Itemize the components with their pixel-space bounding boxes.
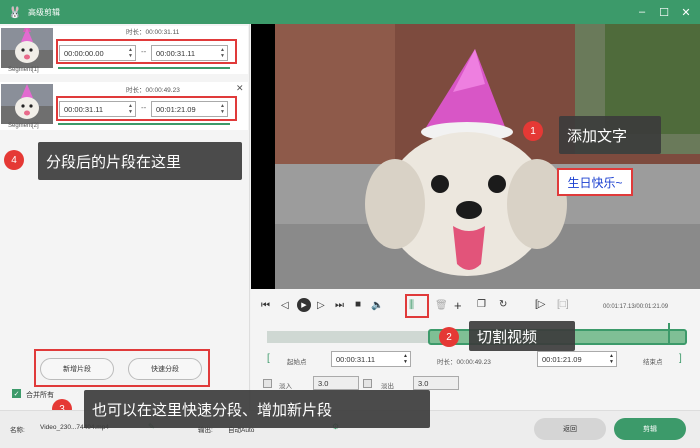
video-preview[interactable]: 1 添加文字 生日快乐~	[251, 24, 700, 289]
delete-segment-icon[interactable]: ✕	[236, 83, 244, 94]
add-icon[interactable]: +	[454, 298, 462, 313]
mark-out-icon[interactable]: [□]	[557, 299, 569, 310]
merge-all-label: 合并所有	[26, 392, 54, 399]
segment-label: Segment[1]	[8, 67, 39, 73]
fade-in-checkbox[interactable]	[263, 379, 272, 388]
merge-all-checkbox[interactable]: ✓	[12, 389, 21, 398]
fade-out-label: 淡出	[381, 383, 394, 390]
segment-panel: 时长：00:00:31.11 00:00:00.00 ▲ ▼ -- 00:00:31…	[0, 24, 250, 448]
copy-icon[interactable]: ❐	[477, 299, 486, 310]
name-label: 名称:	[10, 427, 25, 434]
fade-out-input[interactable]: 3.0	[413, 376, 459, 390]
highlight-box	[56, 96, 237, 121]
playhead[interactable]	[667, 323, 670, 345]
previous-frame-icon[interactable]: ◁	[281, 300, 289, 311]
skip-to-start-icon[interactable]: ⏮	[261, 300, 270, 311]
split-icon[interactable]: ⫼	[409, 299, 414, 312]
segment-progress-bar	[58, 67, 230, 69]
time-display: 00:01:17.13/00:01:21.09	[603, 304, 669, 310]
segment-label: Segment[2]	[8, 123, 39, 129]
start-bracket-icon: [	[267, 353, 270, 364]
step-number-2: 2	[439, 327, 459, 347]
callout-add-text: 添加文字	[559, 116, 661, 154]
end-bracket-icon: ]	[679, 353, 682, 364]
segment-duration: 时长：00:00:49.23	[126, 87, 180, 94]
segment-progress-bar	[58, 123, 230, 125]
skip-to-end-icon[interactable]: ⏭	[335, 300, 344, 311]
segment-thumbnail	[1, 28, 53, 68]
end-point-button[interactable]: 结束点	[643, 356, 663, 366]
window-title: 高级剪辑	[28, 7, 60, 17]
cut-button[interactable]: 剪辑	[614, 418, 686, 440]
highlight-box	[56, 39, 237, 64]
segment-thumbnail	[1, 84, 53, 124]
text-overlay[interactable]: 生日快乐~	[557, 168, 633, 196]
segment-duration-text: 时长：00:00:49.23	[437, 359, 491, 366]
close-icon[interactable]: ✕	[678, 4, 694, 20]
fade-in-input[interactable]: 3.0	[313, 376, 359, 390]
play-icon[interactable]: ▶	[297, 298, 311, 312]
fade-in-label: 淡入	[279, 383, 292, 390]
title-bar: 🐰 高级剪辑 – ☐ ✕	[0, 0, 700, 24]
video-frame	[275, 24, 700, 289]
callout-cut-video: 切割视频	[469, 321, 575, 351]
start-point-button[interactable]: 起始点	[287, 356, 307, 366]
window-controls: – ☐ ✕	[634, 0, 694, 24]
step-number-1: 1	[523, 121, 543, 141]
maximize-icon[interactable]: ☐	[656, 4, 672, 20]
callout-segments: 分段后的片段在这里	[38, 142, 242, 180]
delete-icon[interactable]: 🗑	[435, 300, 448, 311]
volume-icon[interactable]: 🔈	[371, 300, 383, 311]
next-frame-icon[interactable]: ▷	[317, 300, 325, 311]
reset-icon[interactable]: ↻	[499, 299, 507, 310]
start-time-input[interactable]: 00:00:31.11 ▲ ▼	[331, 351, 411, 367]
callout-quick-split: 也可以在这里快速分段、增加新片段	[84, 390, 430, 428]
segment-duration: 时长：00:00:31.11	[126, 29, 180, 36]
minimize-icon[interactable]: –	[634, 4, 650, 20]
app-logo-icon: 🐰	[8, 6, 22, 19]
fade-out-checkbox[interactable]	[363, 379, 372, 388]
end-time-input[interactable]: 00:01:21.09 ▲ ▼	[537, 351, 617, 367]
mark-in-icon[interactable]: [▷	[535, 299, 545, 310]
stop-icon[interactable]: ■	[355, 299, 361, 310]
highlight-box	[34, 349, 210, 387]
step-number-4: 4	[4, 150, 24, 170]
back-button[interactable]: 返回	[534, 418, 606, 440]
